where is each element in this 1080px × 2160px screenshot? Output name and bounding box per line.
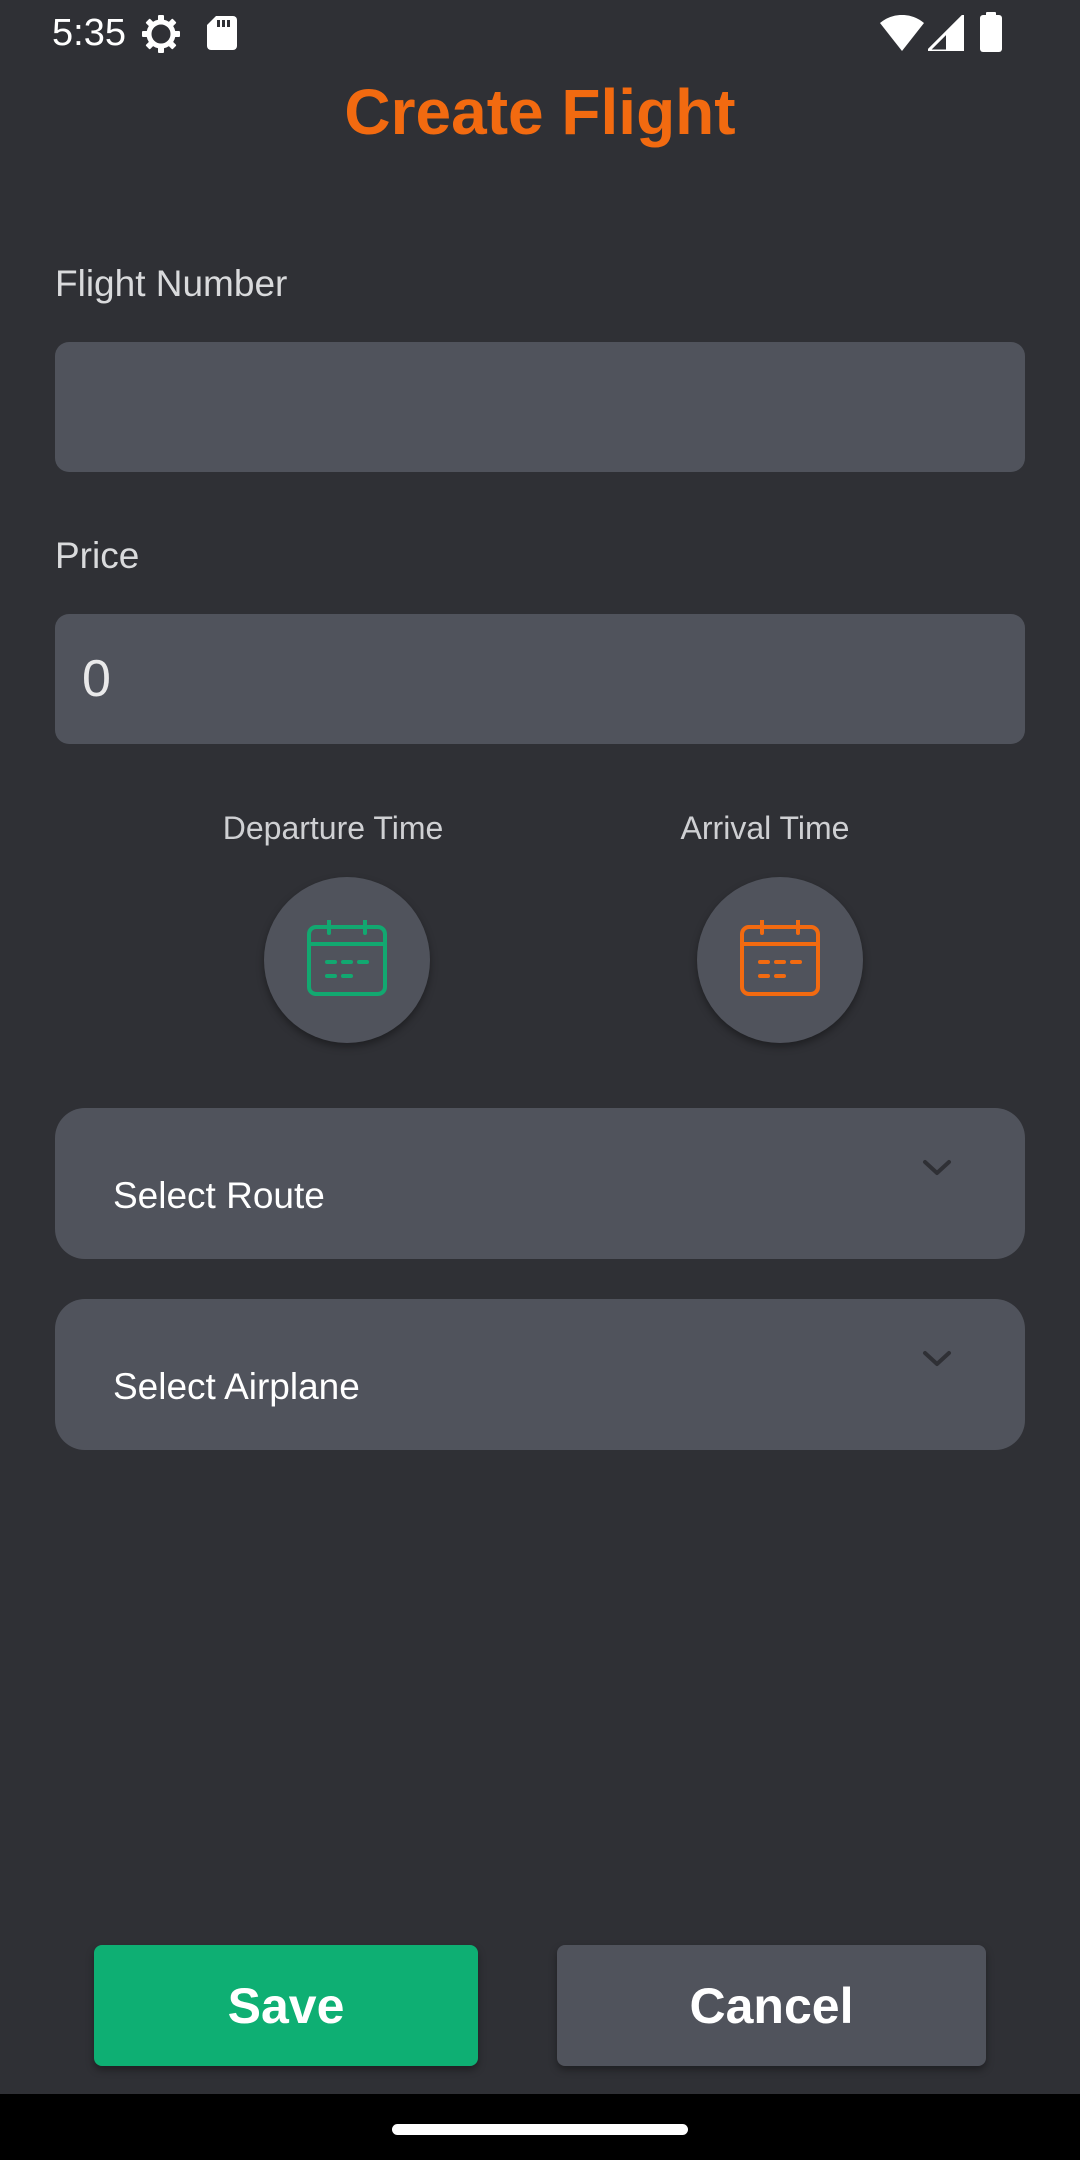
gear-icon xyxy=(141,14,181,59)
flight-number-input[interactable] xyxy=(55,342,1025,472)
status-time: 5:35 xyxy=(52,12,126,54)
wifi-icon xyxy=(880,14,924,56)
home-handle[interactable] xyxy=(392,2124,688,2135)
calendar-icon xyxy=(307,917,387,1001)
route-select[interactable]: Select Route xyxy=(55,1108,1025,1259)
signal-icon xyxy=(924,11,966,56)
page-title: Create Flight xyxy=(344,76,736,148)
save-button[interactable]: Save xyxy=(94,1945,478,2066)
airplane-select-value: Select Airplane xyxy=(113,1366,360,1407)
calendar-icon xyxy=(740,917,820,1001)
arrival-time-label: Arrival Time xyxy=(680,810,850,846)
price-input[interactable]: 0 xyxy=(55,614,1025,744)
route-select-value: Select Route xyxy=(113,1175,325,1216)
create-flight-screen: 5:35 Create Flight Flight Number Price 0… xyxy=(0,0,1080,2160)
departure-time-button[interactable] xyxy=(264,877,430,1043)
airplane-select[interactable]: Select Airplane xyxy=(55,1299,1025,1450)
flight-number-label: Flight Number xyxy=(55,263,288,304)
battery-icon xyxy=(980,12,1002,57)
status-bar: 5:35 xyxy=(0,0,1080,66)
arrival-time-button[interactable] xyxy=(697,877,863,1043)
chevron-down-icon xyxy=(921,1158,953,1183)
sd-card-icon xyxy=(207,16,237,55)
chevron-down-icon xyxy=(921,1349,953,1374)
departure-time-label: Departure Time xyxy=(222,810,444,846)
price-label: Price xyxy=(55,535,140,576)
cancel-button[interactable]: Cancel xyxy=(557,1945,986,2066)
